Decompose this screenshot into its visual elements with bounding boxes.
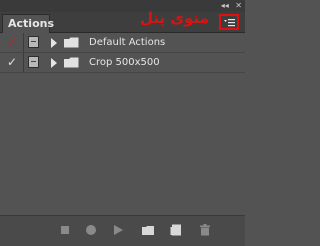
actions-panel: ◂◂ ✕ Actions منوی پنل ✓ Default Actions …: [0, 0, 245, 246]
column-divider: [23, 53, 24, 72]
expand-triangle-icon[interactable]: [51, 58, 57, 68]
trash-icon[interactable]: [198, 223, 212, 237]
folder-icon: [64, 57, 79, 68]
collapse-icon[interactable]: ◂◂ ✕: [221, 0, 242, 12]
actions-toolbar: [0, 215, 245, 246]
dialog-toggle-icon[interactable]: [28, 36, 39, 48]
record-icon[interactable]: [84, 223, 98, 237]
action-set-label: Default Actions: [89, 37, 166, 48]
panel-menu-icon: [224, 19, 235, 27]
close-glyph: ✕: [235, 1, 242, 10]
collapse-glyph: ◂◂: [220, 1, 229, 10]
column-divider: [23, 33, 24, 52]
action-set-row[interactable]: ✓ Crop 500x500: [0, 53, 245, 73]
check-icon[interactable]: ✓: [5, 55, 19, 69]
panel-menu-annotation: منوی پنل: [140, 9, 209, 27]
expand-triangle-icon[interactable]: [51, 38, 57, 48]
new-set-folder-icon[interactable]: [141, 223, 155, 237]
tab-actions[interactable]: Actions: [2, 14, 54, 33]
stop-icon[interactable]: [58, 223, 72, 237]
play-icon[interactable]: [111, 223, 125, 237]
dialog-toggle-icon[interactable]: [28, 56, 39, 68]
actions-list: ✓ Default Actions ✓ Crop 500x500: [0, 33, 245, 215]
action-set-label: Crop 500x500: [89, 57, 160, 68]
action-set-row[interactable]: ✓ Default Actions: [0, 33, 245, 53]
panel-menu-button[interactable]: [219, 14, 239, 30]
check-icon[interactable]: ✓: [5, 35, 19, 49]
new-action-icon[interactable]: [169, 223, 183, 237]
folder-icon: [64, 37, 79, 48]
